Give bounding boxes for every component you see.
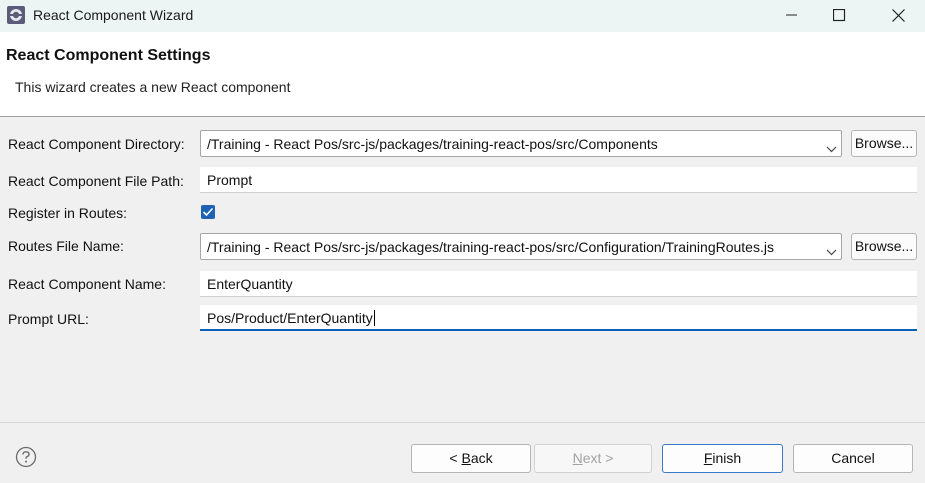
checkmark-icon (202, 207, 214, 217)
help-button[interactable] (15, 446, 37, 468)
file-path-input[interactable]: Prompt (200, 167, 917, 193)
register-routes-checkbox[interactable] (201, 205, 215, 219)
close-button[interactable] (875, 0, 921, 30)
register-routes-label: Register in Routes: (8, 205, 128, 221)
finish-button[interactable]: Finish (662, 444, 783, 473)
window-title: React Component Wizard (33, 7, 194, 23)
component-name-input[interactable]: EnterQuantity (200, 271, 917, 297)
component-directory-value: /Training - React Pos/src-js/packages/tr… (207, 136, 658, 152)
page-title: React Component Settings (6, 47, 211, 64)
prompt-url-input[interactable]: Pos/Product/EnterQuantity (200, 305, 917, 331)
maximize-icon (832, 8, 845, 21)
eclipse-app-icon (6, 5, 26, 25)
next-button[interactable]: Next > (534, 444, 652, 473)
maximize-button[interactable] (816, 0, 862, 30)
browse-routes-button[interactable]: Browse... (851, 233, 917, 260)
file-path-label: React Component File Path: (8, 173, 184, 189)
footer-divider (0, 422, 925, 423)
component-name-value: EnterQuantity (207, 276, 293, 292)
routes-file-value: /Training - React Pos/src-js/packages/tr… (207, 239, 774, 255)
file-path-value: Prompt (207, 172, 253, 188)
back-button[interactable]: < Back (411, 444, 531, 473)
chevron-down-icon (826, 243, 837, 259)
minimize-button[interactable] (769, 0, 815, 30)
routes-file-combo[interactable]: /Training - React Pos/src-js/packages/tr… (200, 233, 842, 260)
chevron-down-icon (826, 140, 837, 156)
prompt-url-label: Prompt URL: (8, 311, 89, 327)
title-bar: React Component Wizard (0, 0, 925, 32)
page-description: This wizard creates a new React componen… (15, 79, 291, 95)
cancel-button[interactable]: Cancel (793, 444, 913, 473)
browse-directory-button[interactable]: Browse... (851, 130, 917, 157)
close-icon (891, 8, 905, 22)
component-name-label: React Component Name: (8, 276, 166, 292)
wizard-header: React Component Settings This wizard cre… (0, 32, 925, 117)
text-caret (373, 310, 375, 326)
minimize-icon (786, 14, 797, 16)
routes-file-label: Routes File Name: (8, 238, 124, 254)
component-directory-label: React Component Directory: (8, 136, 185, 152)
prompt-url-value: Pos/Product/EnterQuantity (207, 310, 373, 326)
component-directory-combo[interactable]: /Training - React Pos/src-js/packages/tr… (200, 130, 842, 157)
help-icon (15, 446, 37, 468)
